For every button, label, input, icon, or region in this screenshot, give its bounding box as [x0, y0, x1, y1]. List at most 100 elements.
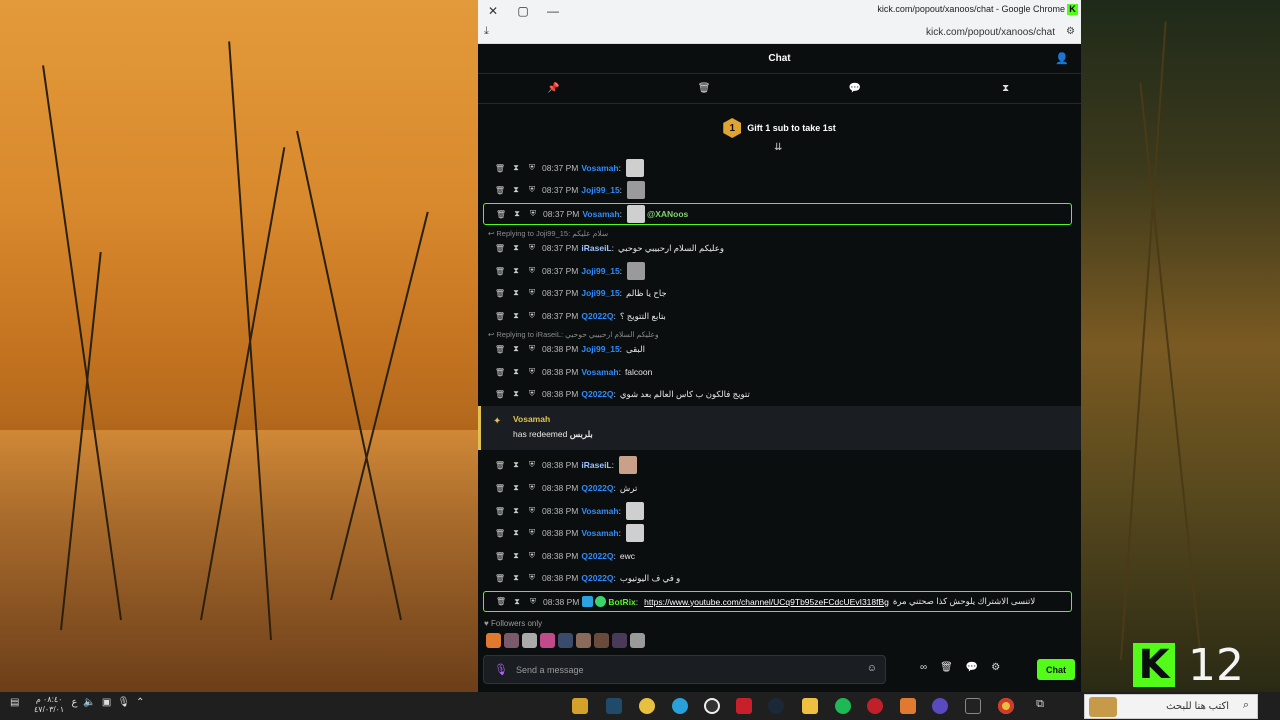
- hourglass-icon[interactable]: ⧗: [508, 389, 524, 399]
- avatar[interactable]: [522, 633, 537, 648]
- message-username[interactable]: Q2022Q: [581, 573, 613, 583]
- epic-games-icon[interactable]: [965, 698, 981, 714]
- steam-icon[interactable]: [768, 698, 784, 714]
- hourglass-icon[interactable]: ⧗: [508, 551, 524, 561]
- hourglass-icon[interactable]: ⧗: [508, 185, 524, 195]
- gift-sub-banner[interactable]: 1 Gift 1 sub to take 1st ⇊: [478, 104, 1081, 153]
- trash-icon[interactable]: 🗑: [492, 267, 508, 276]
- trash-icon[interactable]: 🗑: [492, 164, 508, 173]
- spotify-icon[interactable]: [835, 698, 851, 714]
- trash-icon[interactable]: 🗑: [492, 368, 508, 377]
- pin-icon[interactable]: 📌: [543, 83, 563, 94]
- redeem-username[interactable]: Vosamah: [513, 414, 550, 424]
- shield-icon[interactable]: ⛨: [524, 163, 540, 173]
- shield-icon[interactable]: ⛨: [524, 185, 540, 195]
- hourglass-icon[interactable]: ⧗: [508, 460, 524, 470]
- hourglass-icon[interactable]: ⧗: [508, 573, 524, 583]
- shield-icon[interactable]: ⛨: [524, 483, 540, 493]
- notification-icon[interactable]: ▤: [10, 697, 19, 708]
- hourglass-icon[interactable]: ⧗: [508, 311, 524, 321]
- send-chat-button[interactable]: Chat: [1037, 659, 1075, 680]
- message-username[interactable]: Q2022Q: [581, 311, 613, 321]
- chat-bubble-icon[interactable]: 💬: [845, 83, 865, 94]
- avatar[interactable]: [630, 633, 645, 648]
- taskbar-search[interactable]: اكتب هنا للبحث ⌕: [1084, 694, 1258, 719]
- message-username[interactable]: Joji99_15: [581, 288, 619, 298]
- trash-icon[interactable]: 🗑: [492, 289, 508, 298]
- trash-icon[interactable]: 🗑: [492, 186, 508, 195]
- points-icon[interactable]: ∞: [920, 662, 927, 673]
- chevron-up-icon[interactable]: ⌃: [136, 697, 144, 708]
- message-username[interactable]: Vosamah: [581, 163, 618, 173]
- message-username[interactable]: iRaseiL: [581, 243, 611, 253]
- app-icon[interactable]: [704, 698, 720, 714]
- folder-icon[interactable]: [802, 698, 818, 714]
- shield-icon[interactable]: ⛨: [524, 573, 540, 583]
- gear-icon[interactable]: ⚙: [991, 662, 1000, 673]
- message-username[interactable]: BotRix: [608, 597, 635, 607]
- trash-icon[interactable]: 🗑: [492, 529, 508, 538]
- shield-icon[interactable]: ⛨: [524, 266, 540, 276]
- hourglass-icon[interactable]: ⧗: [508, 163, 524, 173]
- message-input[interactable]: [516, 662, 856, 678]
- trash-icon[interactable]: 🗑: [694, 83, 714, 94]
- hourglass-icon[interactable]: ⧗: [508, 506, 524, 516]
- avatar[interactable]: [612, 633, 627, 648]
- shield-icon[interactable]: ⛨: [525, 209, 541, 219]
- trash-icon[interactable]: 🗑: [492, 461, 508, 470]
- message-username[interactable]: Q2022Q: [581, 483, 613, 493]
- trash-icon[interactable]: 🗑: [492, 345, 508, 354]
- site-settings-icon[interactable]: ⚙: [1066, 26, 1075, 37]
- app-icon[interactable]: [867, 698, 883, 714]
- app-icon[interactable]: [572, 698, 588, 714]
- user-settings-icon[interactable]: 👤: [1055, 52, 1069, 65]
- avatar[interactable]: [486, 633, 501, 648]
- shield-icon[interactable]: ⛨: [524, 344, 540, 354]
- message-link[interactable]: https://www.youtube.com/channel/UCq9Tb95…: [644, 597, 889, 607]
- message-mention[interactable]: @XANoos: [647, 209, 688, 219]
- message-username[interactable]: Vosamah: [582, 209, 619, 219]
- download-icon[interactable]: ⤓: [484, 25, 489, 38]
- avatar[interactable]: [576, 633, 591, 648]
- trash-icon[interactable]: 🗑: [492, 390, 508, 399]
- scroll-down-icon[interactable]: ⇊: [774, 142, 782, 153]
- avatar[interactable]: [558, 633, 573, 648]
- message-username[interactable]: Joji99_15: [581, 344, 619, 354]
- message-username[interactable]: Joji99_15: [581, 185, 619, 195]
- shield-icon[interactable]: ⛨: [524, 243, 540, 253]
- trash-icon[interactable]: 🗑: [492, 552, 508, 561]
- app-icon[interactable]: [932, 698, 948, 714]
- chat-bubble-icon[interactable]: 💬: [966, 662, 978, 673]
- shield-icon[interactable]: ⛨: [524, 551, 540, 561]
- trash-icon[interactable]: 🗑: [492, 484, 508, 493]
- hourglass-icon[interactable]: ⧗: [508, 288, 524, 298]
- emoji-icon[interactable]: ☺: [867, 663, 877, 674]
- app-icon[interactable]: [736, 698, 752, 714]
- hourglass-icon[interactable]: ⧗: [508, 243, 524, 253]
- hourglass-icon[interactable]: ⧗: [508, 528, 524, 538]
- mic-icon[interactable]: 🎙: [494, 663, 508, 676]
- trash-icon[interactable]: 🗑: [493, 210, 509, 219]
- volume-icon[interactable]: 🔈: [83, 697, 95, 708]
- minimize-icon[interactable]: —: [538, 0, 568, 22]
- close-icon[interactable]: ✕: [478, 0, 508, 22]
- message-username[interactable]: Joji99_15: [581, 266, 619, 276]
- hourglass-icon[interactable]: ⧗: [508, 344, 524, 354]
- hourglass-icon[interactable]: ⧗: [508, 483, 524, 493]
- chrome-icon[interactable]: [998, 698, 1014, 714]
- trash-icon[interactable]: 🗑: [492, 507, 508, 516]
- task-view-icon[interactable]: ⧉: [1032, 698, 1048, 714]
- message-username[interactable]: Q2022Q: [581, 551, 613, 561]
- shield-icon[interactable]: ⛨: [525, 597, 541, 607]
- app-icon[interactable]: [900, 698, 916, 714]
- shield-icon[interactable]: ⛨: [524, 460, 540, 470]
- message-username[interactable]: Vosamah: [581, 528, 618, 538]
- message-username[interactable]: Q2022Q: [581, 389, 613, 399]
- taskbar-clock[interactable]: ٠٨:٤٠ م ٤٧/٠٣/٠١: [34, 695, 64, 715]
- trash-icon[interactable]: 🗑: [492, 574, 508, 583]
- shield-icon[interactable]: ⛨: [524, 311, 540, 321]
- network-icon[interactable]: ▣: [102, 697, 111, 708]
- trash-icon[interactable]: 🗑: [940, 662, 953, 673]
- avatar[interactable]: [594, 633, 609, 648]
- trash-icon[interactable]: 🗑: [493, 597, 509, 606]
